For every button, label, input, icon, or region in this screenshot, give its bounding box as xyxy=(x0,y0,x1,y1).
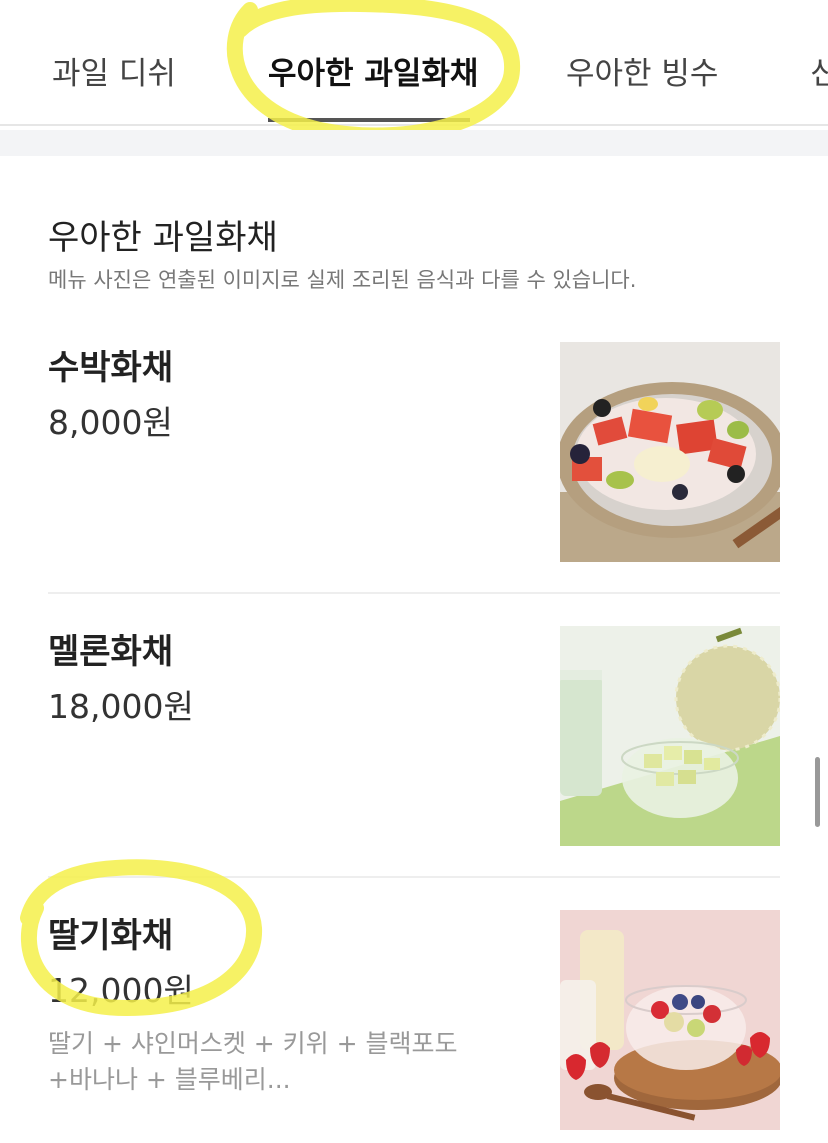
active-tab-indicator xyxy=(268,118,470,122)
menu-item-name: 딸기화채 xyxy=(48,916,174,956)
menu-item-name: 멜론화채 xyxy=(48,632,174,672)
watermelon-punch-photo xyxy=(560,342,780,562)
tab-next-partial[interactable]: 신 xyxy=(810,48,828,93)
section-spacer xyxy=(0,130,828,156)
tab-fruit-dish[interactable]: 과일 디쉬 xyxy=(52,48,176,93)
menu-page: 과일 디쉬 우아한 과일화채 우아한 빙수 신 우아한 과일화채 메뉴 사진은 … xyxy=(0,0,828,1143)
menu-item[interactable]: 수박화채 8,000원 xyxy=(0,340,828,580)
strawberry-punch-photo xyxy=(560,910,780,1130)
tab-bingsu[interactable]: 우아한 빙수 xyxy=(566,48,718,93)
menu-item[interactable]: 딸기화채 12,000원 딸기 + 샤인머스켓 + 키위 + 블랙포도 +바나나… xyxy=(0,908,828,1143)
melon-punch-photo xyxy=(560,626,780,846)
menu-item-description: 딸기 + 샤인머스켓 + 키위 + 블랙포도 +바나나 + 블루베리... xyxy=(48,1029,458,1094)
scrollbar-thumb[interactable] xyxy=(815,757,820,827)
section-title: 우아한 과일화채 xyxy=(48,218,278,258)
menu-item-price: 18,000원 xyxy=(48,687,194,726)
photo-disclaimer: 메뉴 사진은 연출된 이미지로 실제 조리된 음식과 다를 수 있습니다. xyxy=(48,268,637,292)
category-tab-bar: 과일 디쉬 우아한 과일화채 우아한 빙수 신 xyxy=(0,0,828,126)
menu-item-price: 8,000원 xyxy=(48,403,173,442)
item-divider xyxy=(48,876,780,878)
menu-item-price: 12,000원 xyxy=(48,971,194,1010)
menu-item-name: 수박화채 xyxy=(48,348,174,388)
tab-fruit-punch[interactable]: 우아한 과일화채 xyxy=(268,48,478,93)
menu-item[interactable]: 멜론화채 18,000원 xyxy=(0,624,828,864)
item-divider xyxy=(48,592,780,594)
